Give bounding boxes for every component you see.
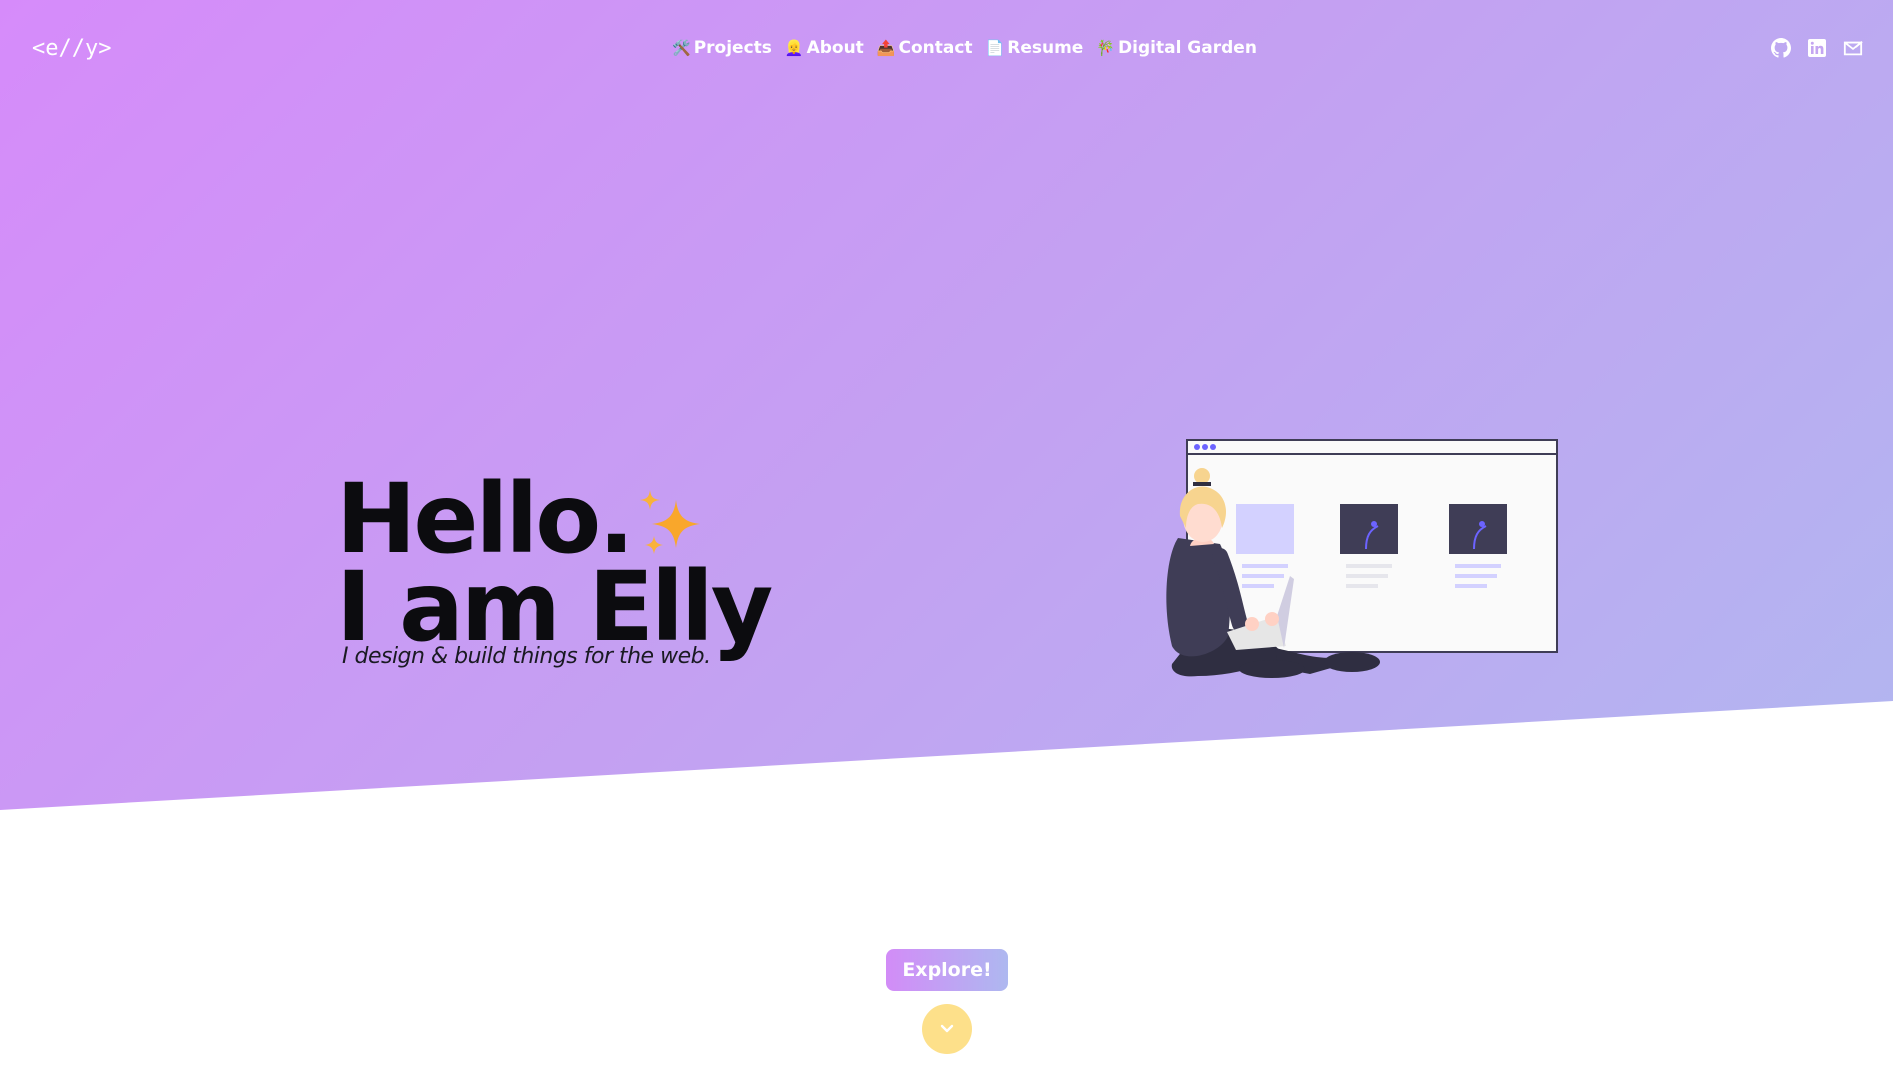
outbox-icon: 📤 xyxy=(876,39,896,57)
top-navigation: <e//y> 🛠️ Projects 👱‍♀️ About 📤 Contact … xyxy=(0,0,1893,100)
chevron-down-icon xyxy=(940,1024,954,1033)
main-menu: 🛠️ Projects 👱‍♀️ About 📤 Contact 📄 Resum… xyxy=(672,38,1257,58)
tools-icon: 🛠️ xyxy=(672,39,691,57)
nav-item-about[interactable]: 👱‍♀️ About xyxy=(785,38,864,58)
hero-intro: Hello. I am Elly I design & build things… xyxy=(336,463,773,669)
bamboo-icon: 🎋 xyxy=(1096,39,1116,57)
nav-item-digital-garden[interactable]: 🎋 Digital Garden xyxy=(1096,38,1257,58)
hero-subtitle: I design & build things for the web. xyxy=(342,644,711,669)
nav-item-contact[interactable]: 📤 Contact xyxy=(877,38,973,58)
document-icon: 📄 xyxy=(985,39,1005,57)
explore-button[interactable]: Explore! xyxy=(886,949,1008,991)
person-icon: 👱‍♀️ xyxy=(784,39,804,57)
hero-background xyxy=(0,0,1893,810)
nav-item-label: Resume xyxy=(1007,38,1084,58)
scroll-down-button[interactable] xyxy=(922,1004,972,1054)
site-logo[interactable]: <e//y> xyxy=(32,36,111,61)
github-icon[interactable] xyxy=(1771,38,1791,58)
developer-illustration xyxy=(1166,439,1558,678)
hero-heading-line2: I am Elly xyxy=(336,551,773,663)
nav-item-resume[interactable]: 📄 Resume xyxy=(986,38,1084,58)
social-links xyxy=(1771,38,1863,58)
nav-item-label: About xyxy=(806,38,864,58)
hero-greeting: Hello. xyxy=(336,463,635,575)
nav-item-projects[interactable]: 🛠️ Projects xyxy=(672,38,772,58)
nav-item-label: Digital Garden xyxy=(1118,38,1257,58)
linkedin-icon[interactable] xyxy=(1807,38,1827,58)
nav-item-label: Contact xyxy=(898,38,973,58)
nav-item-label: Projects xyxy=(693,38,772,58)
mail-icon[interactable] xyxy=(1843,38,1863,58)
